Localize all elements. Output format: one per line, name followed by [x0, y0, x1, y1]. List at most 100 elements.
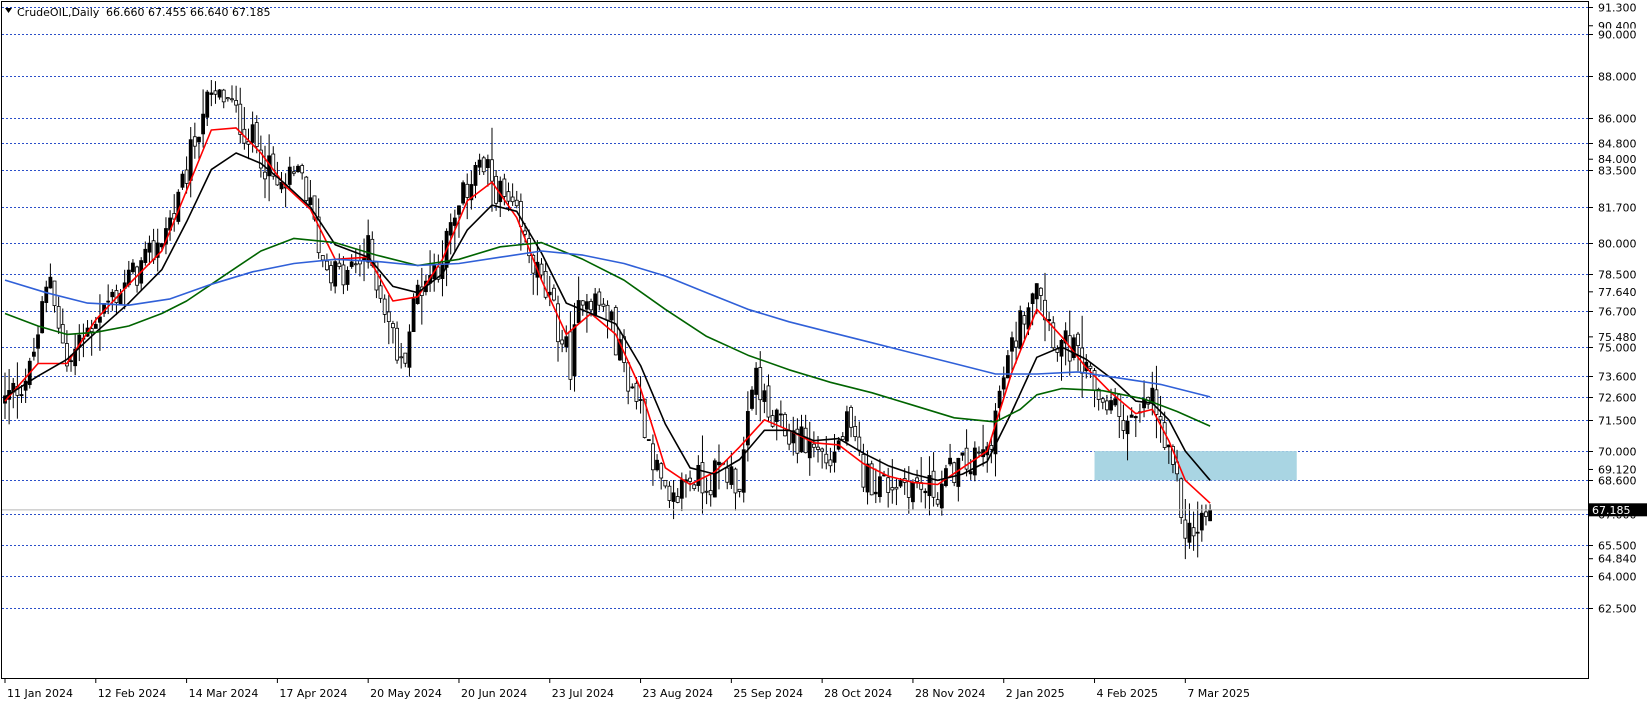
candle-body	[1142, 399, 1146, 409]
gridline-label: 80.000	[1598, 238, 1637, 251]
candle-body	[1018, 310, 1023, 349]
candle-body	[465, 183, 470, 198]
candle-body	[300, 165, 305, 174]
chart-svg[interactable]: 90.40084.00077.64075.48069.12064.84091.3…	[0, 0, 1651, 708]
time-tick-label: 25 Sep 2024	[733, 687, 803, 700]
candle-body	[395, 327, 399, 361]
candle-body	[391, 323, 395, 329]
candle-body	[1038, 287, 1043, 296]
candle-body	[1076, 333, 1080, 347]
gridline-label: 72.600	[1598, 392, 1637, 405]
candle-body	[799, 426, 804, 453]
gridline-label: 76.700	[1598, 306, 1637, 319]
gridline-label: 86.000	[1598, 113, 1637, 126]
candle-body	[448, 222, 453, 236]
candle-body	[770, 415, 775, 427]
scale-tick-label: 64.840	[1598, 553, 1637, 566]
candle-body	[48, 276, 53, 289]
candle-body	[225, 97, 230, 100]
candle	[180, 171, 185, 190]
candle-body	[560, 339, 565, 345]
candle-body	[349, 261, 354, 267]
gridline-label: 91.300	[1598, 2, 1637, 15]
candle-body	[147, 242, 152, 253]
candle-body	[353, 263, 358, 266]
candle-body	[1014, 340, 1019, 348]
candle-body	[481, 157, 486, 173]
candle-body	[399, 356, 404, 359]
candle-body	[1191, 527, 1196, 537]
candle	[481, 155, 486, 175]
candle-body	[890, 487, 895, 491]
candle-body	[1105, 400, 1109, 411]
candle-body	[551, 287, 556, 301]
candle-body	[52, 280, 57, 307]
ohlc-values: 66.660 67.455 66.640 67.185	[106, 6, 270, 19]
candle-body	[717, 461, 721, 466]
time-tick-label: 14 Mar 2024	[189, 687, 259, 700]
candle-body	[1158, 416, 1163, 421]
candle-body	[180, 173, 185, 188]
candle-body	[725, 467, 730, 483]
candle-body	[1195, 531, 1200, 534]
gridline-label: 65.500	[1598, 540, 1637, 553]
candle-body	[956, 457, 961, 487]
candle	[869, 460, 874, 496]
candle-body	[291, 171, 296, 174]
candle-body	[593, 293, 598, 316]
candle-body	[1183, 519, 1188, 539]
gridline-label: 75.000	[1598, 342, 1637, 355]
candle	[944, 464, 948, 488]
candle-body	[737, 488, 742, 492]
candle-body	[634, 382, 639, 402]
candle-body	[1001, 377, 1006, 390]
candle-body	[1204, 511, 1208, 517]
candle-body	[630, 386, 635, 389]
candle-body	[704, 490, 709, 493]
candle-body	[556, 303, 560, 343]
candle-body	[609, 311, 614, 321]
candle-body	[213, 90, 218, 95]
candle-body	[968, 471, 973, 475]
gridline-label: 71.500	[1598, 415, 1637, 428]
candle-body	[696, 464, 701, 486]
candle-body	[939, 483, 944, 509]
candle-body	[651, 443, 655, 471]
candle-body	[490, 159, 494, 182]
candle-body	[997, 390, 1002, 409]
candle-body	[209, 92, 214, 95]
price-chart[interactable]: 90.400 84.000 77.640 75.480 69.120 64.840 91.3…	[0, 0, 1651, 708]
time-tick-label: 12 Feb 2024	[98, 687, 166, 700]
candle-body	[36, 334, 40, 349]
candle-body	[188, 139, 193, 181]
candle-body	[646, 439, 651, 441]
candle	[750, 386, 754, 411]
candle	[1018, 305, 1023, 350]
candle-body	[308, 197, 313, 206]
time-tick-label: 20 May 2024	[370, 687, 442, 700]
candle-body	[807, 441, 812, 459]
candle-body	[1022, 315, 1027, 325]
candle-body	[832, 451, 837, 463]
candle-body	[857, 436, 862, 451]
candle-body	[411, 298, 416, 332]
gridline-label: 90.000	[1598, 29, 1637, 42]
candle-body	[944, 468, 948, 486]
candle-body	[254, 122, 259, 147]
candle-body	[1113, 398, 1118, 406]
candle-body	[56, 306, 61, 329]
candle-body	[69, 360, 73, 363]
candle-body	[192, 136, 197, 147]
candle-body	[407, 331, 412, 368]
candle-body	[320, 255, 325, 261]
candle-body	[708, 490, 713, 496]
candle-body	[452, 217, 457, 226]
current-price-label: 67.185	[1592, 504, 1631, 517]
gridline-label: 68.600	[1598, 475, 1637, 488]
candle-body	[828, 459, 833, 467]
candle-body	[329, 265, 333, 284]
candle-body	[197, 136, 201, 143]
gridline-label: 84.800	[1598, 138, 1637, 151]
candle-body	[605, 304, 610, 321]
candle-body	[1129, 414, 1134, 418]
